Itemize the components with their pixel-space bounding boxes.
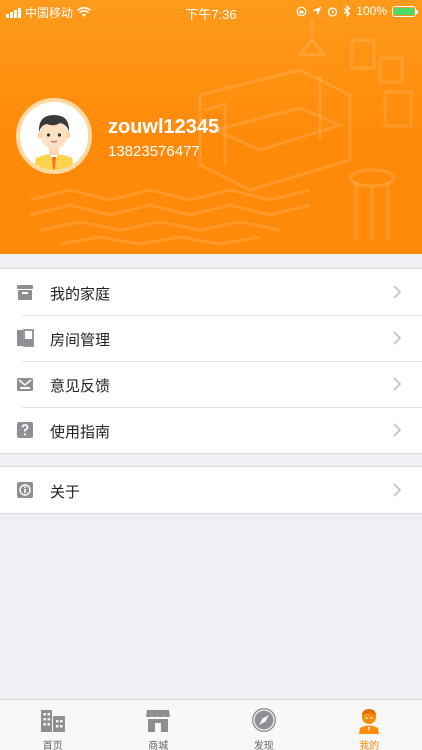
avatar[interactable]	[16, 98, 92, 174]
chevron-right-icon	[393, 285, 402, 299]
menu-item-label: 关于	[50, 483, 81, 501]
menu-group-main: 我的家庭 房间管理 意见反馈 使用指南	[0, 268, 422, 454]
battery-icon	[392, 5, 418, 17]
location-icon	[312, 6, 322, 16]
tab-home[interactable]: 首页	[0, 700, 106, 750]
tab-store[interactable]: 商城	[106, 700, 212, 750]
store-icon	[145, 710, 171, 732]
menu-item-guide[interactable]: 使用指南	[0, 407, 422, 453]
feedback-icon	[17, 378, 33, 391]
screen-lock-icon	[296, 6, 307, 16]
room-icon	[17, 329, 34, 347]
status-bar: 中国移动 下午7:36 100%	[0, 0, 422, 22]
menu-item-feedback[interactable]: 意见反馈	[0, 361, 422, 407]
menu-item-rooms[interactable]: 房间管理	[0, 315, 422, 361]
tab-mine[interactable]: 我的	[317, 700, 422, 750]
menu-item-family[interactable]: 我的家庭	[0, 269, 422, 315]
building-icon	[40, 710, 65, 732]
menu-item-about[interactable]: 关于	[0, 467, 422, 513]
menu-item-label: 房间管理	[50, 331, 111, 349]
guide-icon	[17, 422, 33, 438]
tab-label: 我的	[359, 741, 380, 750]
compass-icon	[251, 708, 276, 732]
menu-item-label: 使用指南	[50, 423, 111, 441]
profile-header: 中国移动 下午7:36 100% zouwl12345 13823576477	[0, 0, 422, 254]
tab-label: 商城	[148, 741, 169, 750]
tab-label: 发现	[253, 741, 274, 750]
chevron-right-icon	[393, 483, 402, 497]
chevron-right-icon	[393, 423, 402, 437]
chevron-right-icon	[393, 331, 402, 345]
avatar-illustration	[20, 102, 88, 170]
chevron-right-icon	[393, 377, 402, 391]
phone-number: 13823576477	[108, 143, 200, 160]
bluetooth-icon	[343, 5, 351, 17]
alarm-icon	[328, 6, 338, 17]
tab-discover[interactable]: 发现	[211, 700, 317, 750]
battery-percent: 100%	[356, 4, 387, 18]
info-icon	[17, 482, 33, 498]
tab-label: 首页	[42, 741, 63, 750]
home-box-icon	[17, 285, 33, 300]
menu-group-about: 关于	[0, 466, 422, 514]
tab-bar: 首页 商城 发现 我的	[0, 699, 422, 750]
menu-item-label: 我的家庭	[50, 285, 111, 303]
username: zouwl12345	[108, 116, 220, 138]
user-icon	[359, 709, 380, 734]
menu-item-label: 意见反馈	[50, 377, 111, 395]
